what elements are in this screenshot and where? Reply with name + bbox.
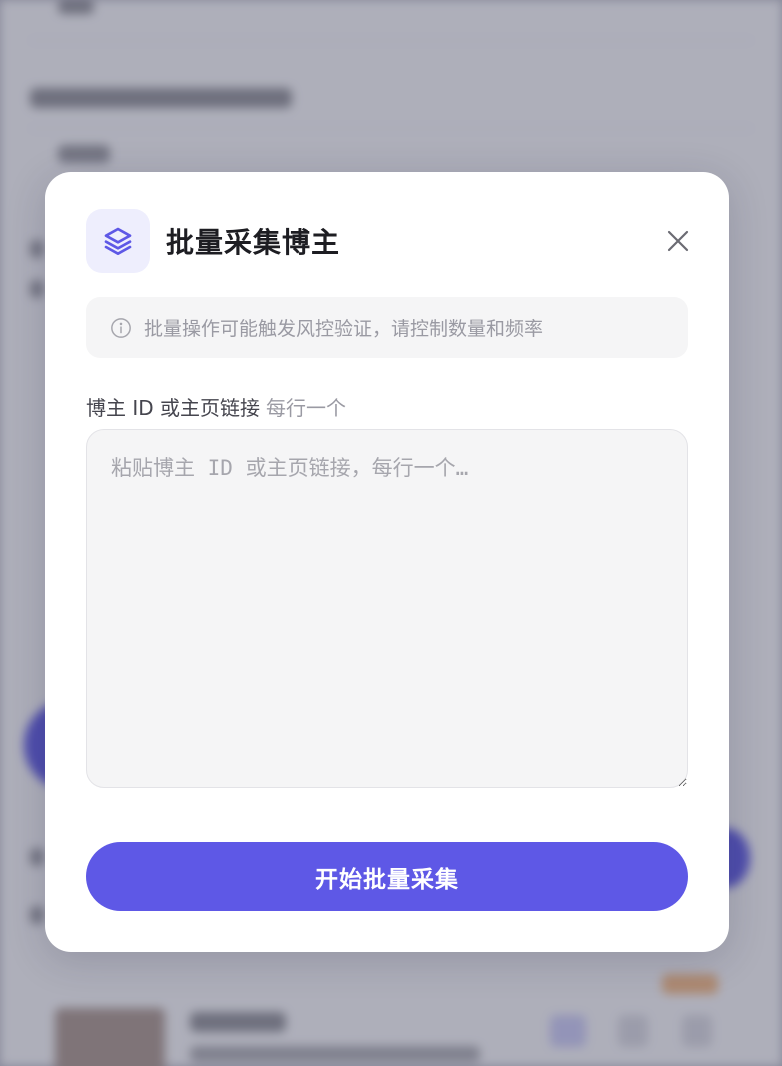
info-icon [111,317,131,338]
batch-collect-dialog: 批量采集博主 批量操作可能触发风控验证，请控制数量和频率 博主 ID 或主页链接… [45,172,729,952]
dialog-title: 批量采集博主 [166,226,341,259]
close-button[interactable] [658,221,698,261]
field-label-text: 博主 ID 或主页链接 [86,396,261,420]
notice-text: 批量操作可能触发风控验证，请控制数量和频率 [144,318,544,340]
risk-notice: 批量操作可能触发风控验证，请控制数量和频率 [86,297,688,358]
layers-icon [86,209,150,273]
start-batch-collect-button[interactable]: 开始批量采集 [86,842,688,911]
dialog-header: 批量采集博主 [86,209,689,273]
textarea-wrapper [86,429,688,788]
field-label: 博主 ID 或主页链接 每行一个 [86,392,346,421]
field-hint: 每行一个 [266,396,347,420]
blogger-ids-textarea[interactable] [86,429,688,788]
close-icon [667,230,689,252]
